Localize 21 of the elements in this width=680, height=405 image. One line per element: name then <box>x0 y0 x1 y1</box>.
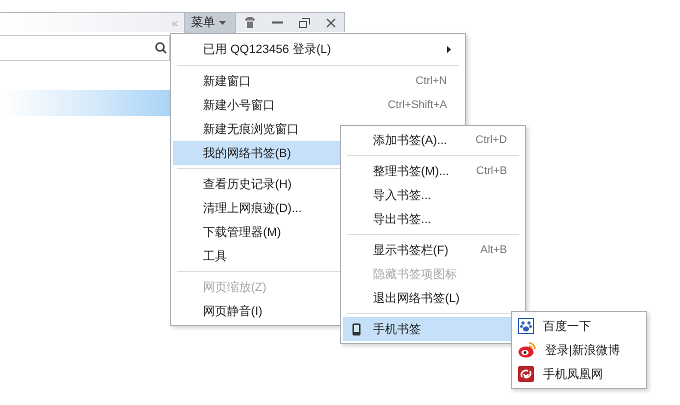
restore-icon[interactable] <box>299 18 310 28</box>
bookmark-item[interactable]: 手机凤凰网 <box>512 362 646 386</box>
close-icon[interactable] <box>326 18 336 28</box>
menu-item[interactable]: 新建窗口 Ctrl+N <box>173 69 463 93</box>
swirl-icon <box>518 366 534 382</box>
bookmark-item[interactable]: 登录|新浪微博 <box>512 338 646 362</box>
menu-item[interactable]: 退出网络书签(L) <box>343 286 523 310</box>
menu-item[interactable]: 已用 QQ123456 登录(L) <box>173 36 463 62</box>
phone-icon <box>352 322 361 336</box>
caret-icon <box>219 20 226 24</box>
search-icon <box>155 42 167 54</box>
menu-item[interactable]: 导出书签... <box>343 207 523 231</box>
menu-item[interactable]: 新建小号窗口 Ctrl+Shift+A <box>173 93 463 117</box>
menu-button[interactable]: 菜单 <box>184 12 236 32</box>
menu-item[interactable]: 显示书签栏(F) Alt+B <box>343 238 523 262</box>
minimize-icon[interactable] <box>272 21 283 24</box>
search-field[interactable] <box>0 35 170 61</box>
paw-icon <box>518 318 534 334</box>
submenu-arrow-icon <box>447 46 451 52</box>
eye-icon <box>518 342 536 358</box>
menu-item[interactable]: 导入书签... <box>343 183 523 207</box>
